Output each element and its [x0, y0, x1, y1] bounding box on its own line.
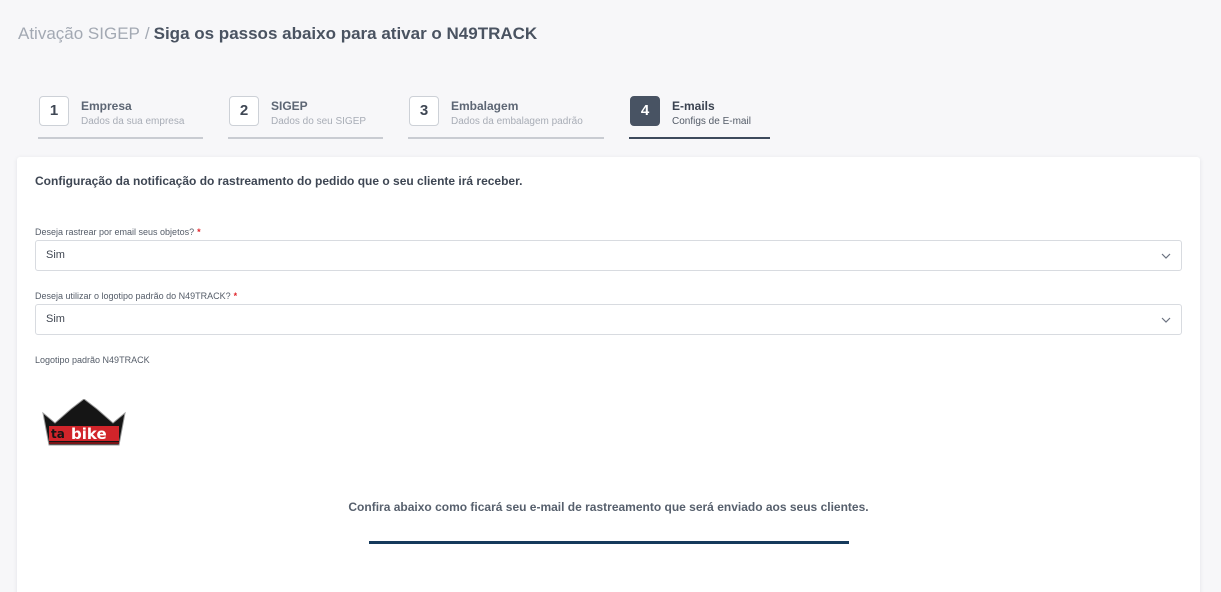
logo-preview-label: Logotipo padrão N49TRACK: [35, 355, 150, 365]
email-preview-header-bar: [369, 541, 849, 544]
step-number: 2: [229, 96, 259, 126]
default-logo-label: Deseja utilizar o logotipo padrão do N49…: [35, 291, 237, 301]
field-label-text: Deseja utilizar o logotipo padrão do N49…: [35, 291, 231, 301]
field-label-text: Deseja rastrear por email seus objetos?: [35, 227, 195, 237]
step-emails[interactable]: 4 E-mails Configs de E-mail: [629, 96, 770, 139]
chevron-down-icon: [1161, 317, 1171, 323]
step-empresa[interactable]: 1 Empresa Dados da sua empresa: [38, 96, 203, 139]
chevron-down-icon: [1161, 253, 1171, 259]
track-by-email-label: Deseja rastrear por email seus objetos? *: [35, 227, 201, 237]
step-label: Empresa: [81, 99, 132, 113]
step-subtitle: Dados da sua empresa: [81, 116, 185, 127]
required-mark: *: [197, 227, 201, 237]
step-subtitle: Dados da embalagem padrão: [451, 116, 583, 127]
page-title: Siga os passos abaixo para ativar o N49T…: [153, 24, 538, 43]
selected-value: Sim: [46, 313, 65, 325]
email-preview-caption: Confira abaixo como ficará seu e-mail de…: [348, 500, 869, 514]
step-subtitle: Configs de E-mail: [672, 116, 751, 127]
step-label: Embalagem: [451, 99, 519, 113]
breadcrumb-root[interactable]: Ativação SIGEP: [18, 24, 140, 43]
tabike-logo: ta bike: [42, 399, 126, 446]
selected-value: Sim: [46, 249, 65, 261]
track-by-email-select[interactable]: Sim: [35, 240, 1182, 271]
step-number: 1: [39, 96, 69, 126]
step-number: 3: [409, 96, 439, 126]
default-logo-select[interactable]: Sim: [35, 304, 1182, 335]
card-title: Configuração da notificação do rastreame…: [35, 174, 523, 188]
step-label: E-mails: [672, 99, 715, 113]
step-label: SIGEP: [271, 99, 308, 113]
step-number: 4: [630, 96, 660, 126]
step-embalagem[interactable]: 3 Embalagem Dados da embalagem padrão: [408, 96, 604, 139]
page: Ativação SIGEP / Siga os passos abaixo par…: [0, 0, 1221, 592]
svg-text:ta: ta: [51, 427, 65, 441]
email-config-card: Configuração da notificação do rastreame…: [17, 157, 1200, 592]
step-sigep[interactable]: 2 SIGEP Dados do seu SIGEP: [228, 96, 383, 139]
breadcrumb: Ativação SIGEP / Siga os passos abaixo par…: [18, 23, 537, 45]
svg-text:bike: bike: [71, 425, 107, 443]
required-mark: *: [233, 291, 238, 301]
step-subtitle: Dados do seu SIGEP: [271, 116, 367, 127]
breadcrumb-separator: /: [144, 24, 150, 43]
